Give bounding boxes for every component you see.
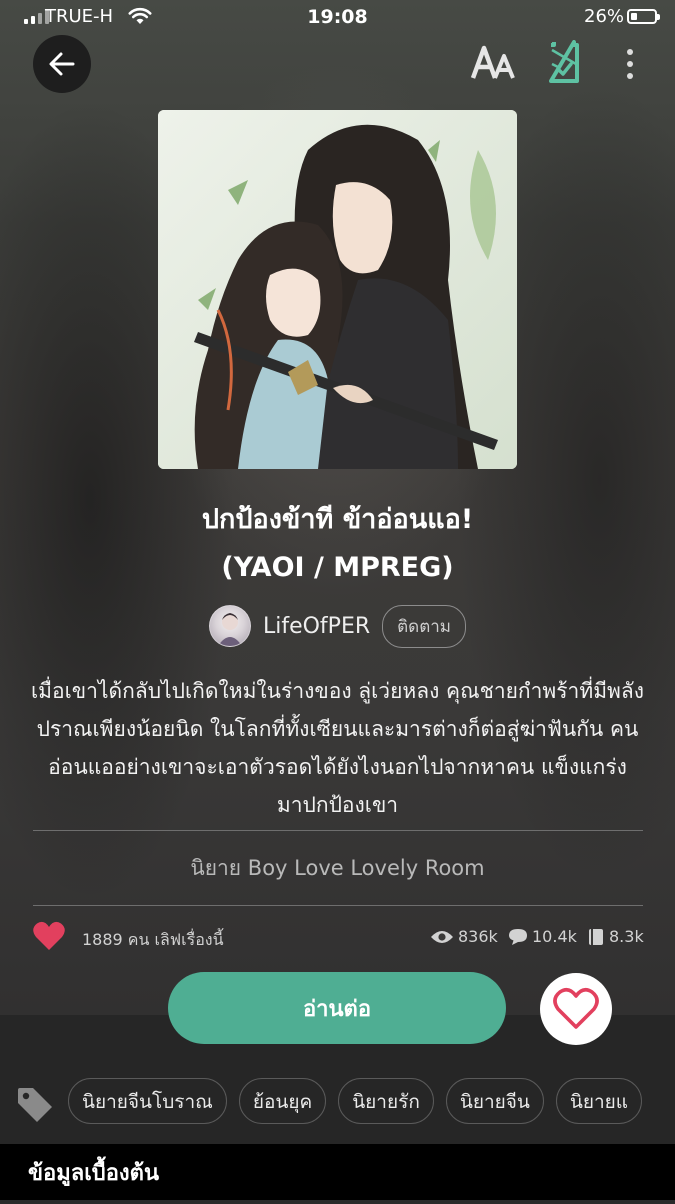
tag-chip[interactable]: นิยายจีนโบราณ [68, 1078, 227, 1124]
author-avatar[interactable] [208, 605, 251, 647]
tags-row: นิยายจีนโบราณ ย้อนยุค นิยายรัก นิยายจีน นิยา… [0, 1078, 660, 1128]
font-size-button[interactable] [470, 42, 518, 86]
status-bar: TRUE-H 19:08 26% [0, 0, 675, 36]
continue-reading-button[interactable]: อ่านต่อ [168, 972, 506, 1044]
book-title: ปกป้องข้าที ข้าอ่อนแอ! (YAOI / MPREG) [0, 496, 675, 592]
tag-chips: นิยายจีนโบราณ ย้อนยุค นิยายรัก นิยายจีน นิยา… [68, 1078, 643, 1124]
book-icon [589, 928, 603, 945]
tag-chip[interactable]: ย้อนยุค [238, 1078, 327, 1124]
battery-icon [627, 9, 660, 24]
divider [33, 905, 643, 906]
back-button[interactable] [33, 35, 91, 93]
comments-count: 10.4k [532, 927, 577, 946]
comments-stat: 10.4k [508, 927, 577, 946]
views-count: 836k [458, 927, 498, 946]
comment-icon [509, 928, 527, 945]
tag-chip[interactable]: นิยายรัก [338, 1078, 434, 1124]
tag-chip[interactable]: นิยายจีน [445, 1078, 544, 1124]
clock: 19:08 [307, 6, 368, 28]
author-row: LifeOfPER ติดตาม [0, 604, 675, 648]
book-title-line1: ปกป้องข้าที ข้าอ่อนแอ! [201, 504, 474, 535]
heart-outline-icon [553, 987, 599, 1029]
heart-icon[interactable] [32, 920, 66, 952]
love-count: 1889 คน เลิฟเรื่องนี้ [82, 930, 224, 949]
eye-icon [431, 930, 453, 943]
more-vertical-icon [627, 49, 633, 55]
chapters-stat: 8.3k [587, 927, 644, 946]
tag-chip[interactable]: นิยายแ [555, 1078, 643, 1124]
divider [33, 830, 643, 831]
stats-row: 1889 คน เลิฟเรื่องนี้ 836k 10.4k 8.3k [0, 918, 675, 958]
chapters-count: 8.3k [609, 927, 644, 946]
bookmark-check-icon [549, 40, 579, 83]
book-title-line2: (YAOI / MPREG) [221, 552, 454, 583]
author-name[interactable]: LifeOfPER [263, 614, 370, 639]
favorite-button[interactable] [540, 973, 612, 1045]
section-title: ข้อมูลเบื้องต้น [0, 1144, 675, 1200]
battery-percent: 26% [584, 6, 625, 27]
arrow-left-icon [49, 52, 75, 76]
save-button[interactable] [544, 40, 584, 86]
synopsis: เมื่อเขาได้กลับไปเกิดใหม่ในร่างของ ลู่เว… [31, 679, 644, 817]
follow-button[interactable]: ติดตาม [382, 604, 467, 648]
tag-icon [18, 1088, 52, 1122]
category-label[interactable]: นิยาย Boy Love Lovely Room [0, 852, 675, 885]
views-stat: 836k [430, 927, 498, 946]
more-options-button[interactable] [618, 44, 642, 84]
font-size-icon [470, 45, 515, 79]
book-cover-image [158, 110, 517, 469]
